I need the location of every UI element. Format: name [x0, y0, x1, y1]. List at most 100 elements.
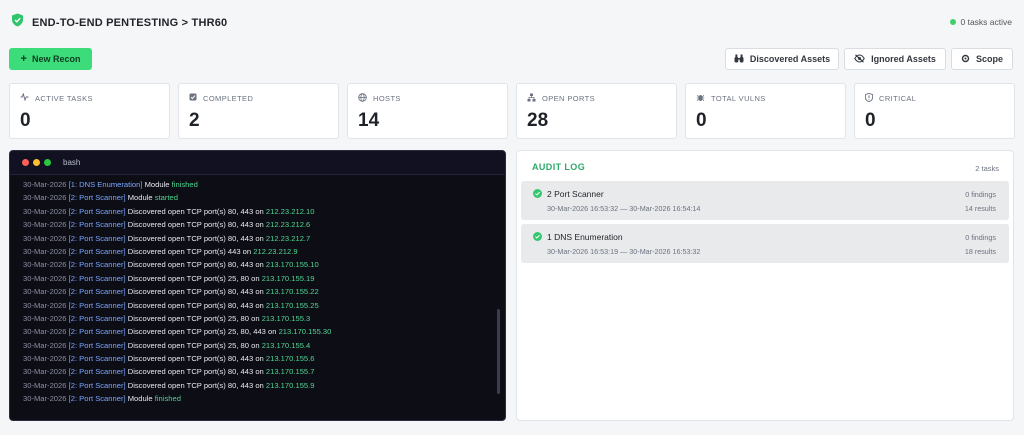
terminal-text: Discovered open TCP port(s) 80, 443 on: [127, 220, 264, 230]
terminal-ip: 213.170.155.30: [278, 327, 332, 337]
terminal-line: 30-Mar-2026 [1: DNS Enumeration] Module …: [23, 178, 331, 191]
task-results: 18 results: [964, 247, 996, 256]
terminal-module: [2: Port Scanner]: [68, 354, 126, 364]
stat-card-hosts: HOSTS 14: [347, 83, 508, 139]
terminal-text: Discovered open TCP port(s) 80, 443 on: [127, 300, 264, 310]
tasks-active-status: 0 tasks active: [949, 17, 1013, 27]
terminal-ip: 213.170.155.4: [261, 340, 311, 350]
terminal-text: Discovered open TCP port(s) 25, 80 on: [127, 340, 260, 350]
minimize-dot-icon[interactable]: [33, 159, 40, 166]
terminal-text: Discovered open TCP port(s) 80, 443 on: [127, 206, 264, 216]
check-square-icon: [189, 93, 197, 103]
close-dot-icon[interactable]: [22, 159, 29, 166]
scope-button[interactable]: Scope: [951, 48, 1013, 70]
stat-value: 2: [189, 110, 200, 131]
terminal-date: 30-Mar-2026: [23, 313, 67, 323]
terminal-date: 30-Mar-2026: [23, 367, 67, 377]
terminal-module: [2: Port Scanner]: [68, 273, 126, 283]
check-circle-icon: [533, 232, 542, 241]
terminal-date: 30-Mar-2026: [23, 327, 67, 337]
terminal-text: Discovered open TCP port(s) 443 on: [127, 246, 252, 256]
terminal-panel[interactable]: bash 30-Mar-2026 [1: DNS Enumeration] Mo…: [9, 150, 506, 421]
audit-log-panel: AUDIT LOG 2 tasks 2 Port Scanner 30-Mar-…: [516, 150, 1014, 421]
terminal-line: 30-Mar-2026 [2: Port Scanner] Discovered…: [23, 272, 331, 285]
terminal-line: 30-Mar-2026 [2: Port Scanner] Discovered…: [23, 365, 331, 378]
terminal-module: [2: Port Scanner]: [68, 313, 126, 323]
terminal-module: [2: Port Scanner]: [68, 327, 126, 337]
terminal-date: 30-Mar-2026: [23, 340, 67, 350]
terminal-line: 30-Mar-2026 [2: Port Scanner] Module sta…: [23, 191, 331, 204]
terminal-date: 30-Mar-2026: [23, 394, 67, 404]
terminal-line: 30-Mar-2026 [2: Port Scanner] Discovered…: [23, 339, 331, 352]
terminal-line: 30-Mar-2026 [2: Port Scanner] Discovered…: [23, 352, 331, 365]
stat-label: OPEN PORTS: [542, 94, 596, 103]
stat-label: ACTIVE TASKS: [35, 93, 93, 103]
terminal-module: [1: DNS Enumeration]: [68, 180, 143, 189]
maximize-dot-icon[interactable]: [44, 159, 51, 166]
terminal-date: 30-Mar-2026: [23, 380, 67, 390]
new-recon-button[interactable]: + New Recon: [9, 48, 92, 70]
scope-label: Scope: [975, 54, 1003, 64]
shield-alert-icon: [864, 92, 874, 104]
terminal-line: 30-Mar-2026 [2: Port Scanner] Discovered…: [23, 379, 331, 392]
terminal-ip: 213.170.155.7: [265, 367, 315, 377]
audit-task-item[interactable]: 2 Port Scanner 30-Mar-2026 16:53:32 — 30…: [521, 181, 1009, 220]
stat-value: 14: [358, 110, 380, 131]
terminal-date: 30-Mar-2026: [23, 180, 67, 189]
terminal-text: Discovered open TCP port(s) 80, 443 on: [127, 287, 264, 297]
task-findings: 0 findings: [965, 190, 996, 199]
audit-task-item[interactable]: 1 DNS Enumeration 30-Mar-2026 16:53:19 —…: [521, 224, 1009, 263]
status-text: 0 tasks active: [960, 17, 1013, 27]
stat-card-completed: COMPLETED 2: [178, 83, 339, 139]
terminal-date: 30-Mar-2026: [23, 300, 67, 310]
binoculars-icon: [734, 54, 744, 65]
terminal-text: Discovered open TCP port(s) 80, 443 on: [127, 354, 264, 364]
task-time-range: 30-Mar-2026 16:53:32 — 30-Mar-2026 16:54…: [547, 204, 701, 213]
terminal-date: 30-Mar-2026: [23, 246, 67, 256]
pulse-icon: [20, 92, 29, 103]
stat-label-row: ACTIVE TASKS: [20, 92, 93, 103]
bug-icon: [696, 93, 705, 104]
terminal-module: [2: Port Scanner]: [68, 206, 126, 216]
task-name: 2 Port Scanner: [547, 189, 604, 199]
terminal-text: Discovered open TCP port(s) 80, 443 on: [127, 233, 264, 243]
check-circle-icon: [533, 189, 542, 198]
terminal-text: Discovered open TCP port(s) 80, 443 on: [127, 380, 264, 390]
terminal-ip: 213.170.155.6: [265, 354, 315, 364]
terminal-status: finished: [171, 180, 198, 189]
task-findings: 0 findings: [965, 233, 996, 242]
terminal-text: Discovered open TCP port(s) 25, 80, 443 …: [127, 327, 277, 337]
terminal-date: 30-Mar-2026: [23, 193, 67, 203]
terminal-ip: 212.23.212.6: [265, 220, 311, 230]
terminal-status: started: [154, 193, 178, 203]
terminal-date: 30-Mar-2026: [23, 260, 67, 270]
terminal-line: 30-Mar-2026 [2: Port Scanner] Discovered…: [23, 285, 331, 298]
terminal-scrollbar[interactable]: [497, 309, 500, 394]
new-recon-label: New Recon: [31, 54, 81, 64]
terminal-module: [2: Port Scanner]: [68, 340, 126, 350]
task-results: 14 results: [964, 204, 996, 213]
discovered-assets-button[interactable]: Discovered Assets: [725, 48, 839, 70]
terminal-text: Module: [127, 193, 153, 203]
terminal-ip: 213.170.155.3: [261, 313, 311, 323]
terminal-ip: 212.23.212.9: [253, 246, 298, 256]
terminal-module: [2: Port Scanner]: [68, 394, 126, 404]
terminal-module: [2: Port Scanner]: [68, 193, 126, 203]
terminal-line: 30-Mar-2026 [2: Port Scanner] Discovered…: [23, 312, 331, 325]
terminal-date: 30-Mar-2026: [23, 233, 67, 243]
stat-label: TOTAL VULNS: [711, 94, 766, 103]
terminal-module: [2: Port Scanner]: [68, 233, 126, 243]
network-icon: [527, 93, 536, 104]
terminal-line: 30-Mar-2026 [2: Port Scanner] Discovered…: [23, 245, 331, 258]
status-dot-icon: [949, 19, 956, 25]
terminal-text: Discovered open TCP port(s) 25, 80 on: [127, 313, 260, 323]
terminal-ip: 213.170.155.9: [265, 380, 315, 390]
stat-label-row: OPEN PORTS: [527, 93, 595, 104]
breadcrumb: END-TO-END PENTESTING > THR60: [11, 13, 227, 32]
stat-card-critical: CRITICAL 0: [854, 83, 1015, 139]
terminal-status: finished: [154, 394, 181, 404]
ignored-assets-button[interactable]: Ignored Assets: [844, 48, 946, 70]
stat-card-active-tasks: ACTIVE TASKS 0: [9, 83, 170, 139]
terminal-line: 30-Mar-2026 [2: Port Scanner] Discovered…: [23, 218, 331, 231]
stat-label: HOSTS: [373, 94, 401, 103]
